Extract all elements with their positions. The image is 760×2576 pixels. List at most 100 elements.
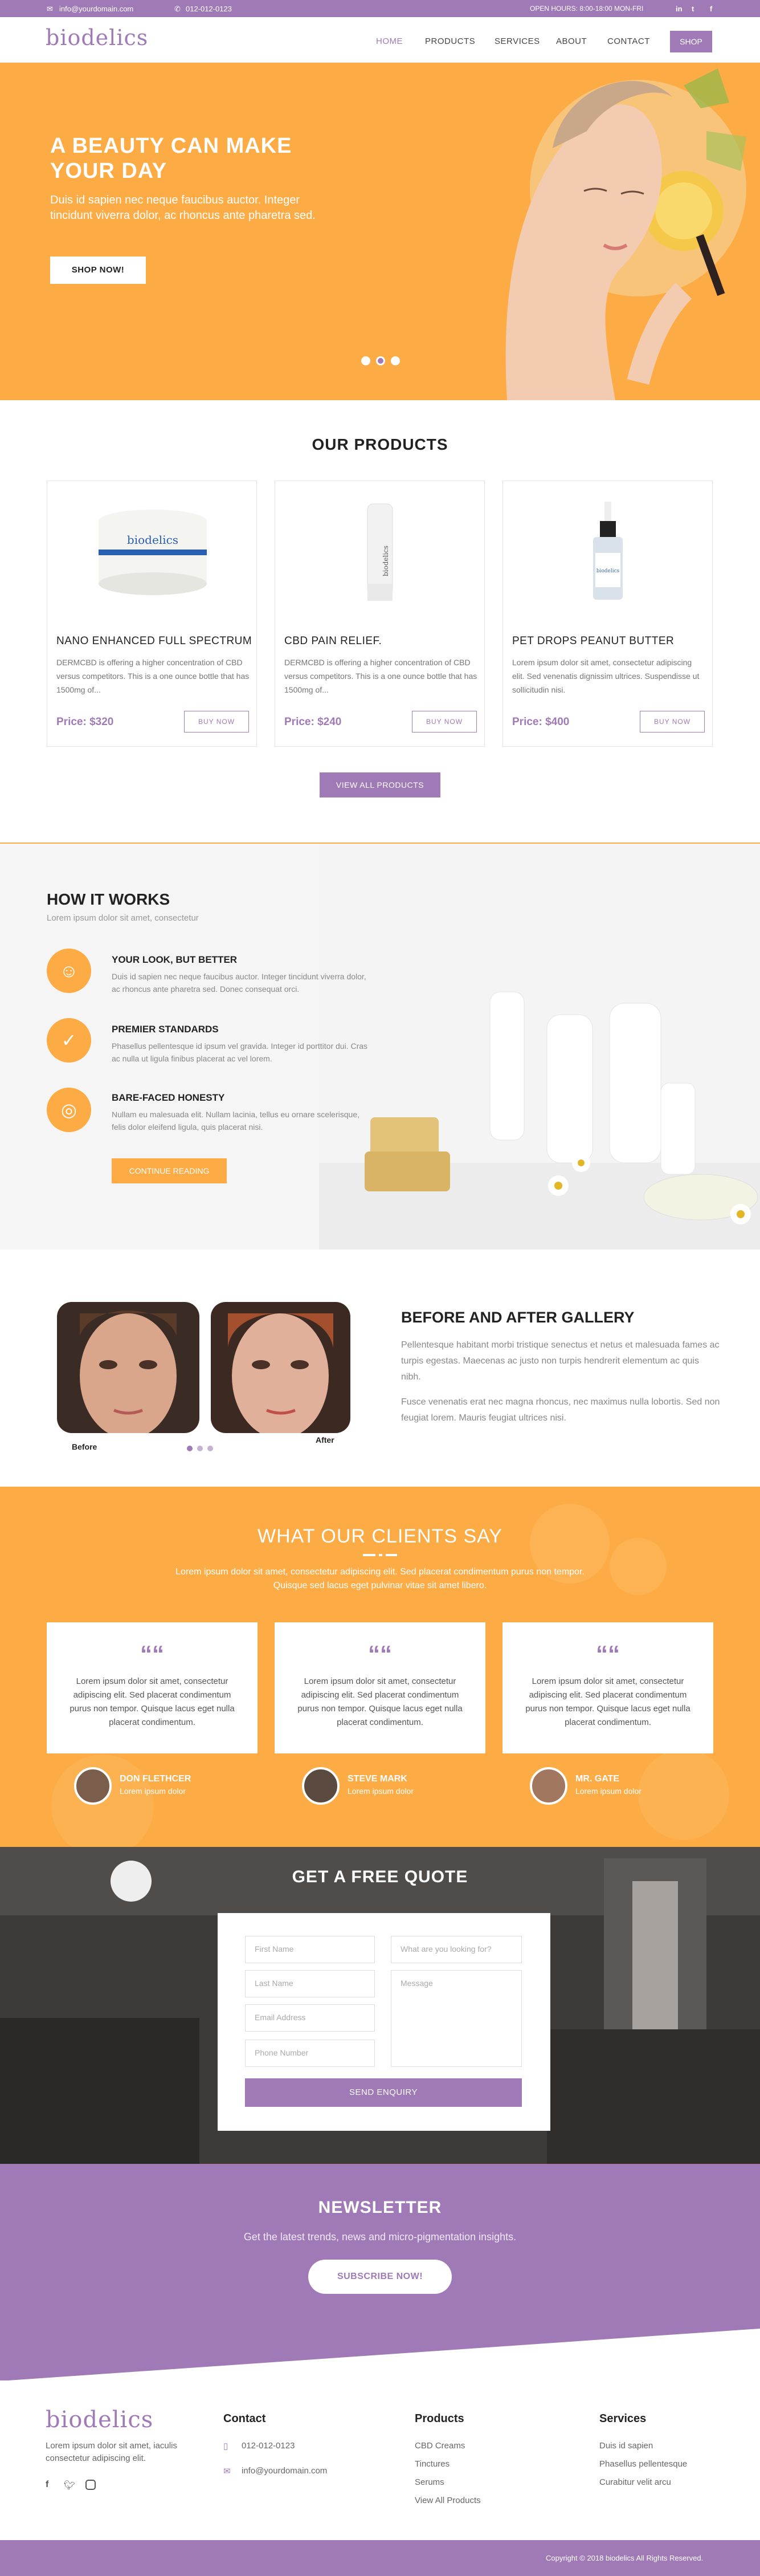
testimonial-text: Lorem ipsum dolor sit amet, consectetur … <box>297 1676 463 1727</box>
gallery-paragraph-1: Pellentesque habitant morbi tristique se… <box>401 1340 720 1382</box>
subscribe-button[interactable]: SUBSCRIBE NOW! <box>308 2260 452 2294</box>
gallery-paragraph-2: Fusce venenatis erat nec magna rhoncus, … <box>401 1397 720 1423</box>
nav-products[interactable]: PRODUCTS <box>425 36 475 46</box>
shop-button[interactable]: SHOP <box>670 31 712 52</box>
product-description: DERMCBD is offering a higher concentrati… <box>284 658 477 694</box>
testimonial-text: Lorem ipsum dolor sit amet, consectetur … <box>525 1676 690 1727</box>
top-bar: ✉ info@yourdomain.com ✆ 012-012-0123 OPE… <box>0 0 760 17</box>
product-card[interactable]: biodelics CBD PAIN RELIEF. DERMCBD is of… <box>275 481 485 747</box>
phone-field[interactable]: Phone Number <box>245 2040 375 2067</box>
testimonial-card: ““ Lorem ipsum dolor sit amet, consectet… <box>47 1622 258 1753</box>
nav-services[interactable]: SERVICES <box>495 36 540 46</box>
looking-for-field[interactable]: What are you looking for? <box>391 1936 522 1963</box>
footer-products-title: Products <box>415 2412 464 2425</box>
linkedin-icon[interactable]: in <box>676 5 683 13</box>
footer-phone[interactable]: 012-012-0123 <box>242 2441 295 2451</box>
feature-text: Phasellus pellentesque id ipsum vel grav… <box>112 1041 368 1063</box>
avatar <box>302 1767 340 1805</box>
footer-logo[interactable]: biodelics <box>46 2407 153 2433</box>
twitter-icon[interactable]: 🐦︎ <box>64 2480 75 2491</box>
copyright-text: Copyright © 2018 biodelics All Rights Re… <box>546 2554 704 2562</box>
footer-service-link[interactable]: Phasellus pellentesque <box>599 2459 687 2469</box>
product-card[interactable]: biodelics NANO ENHANCED FULL SPECTRUM DE… <box>47 481 257 747</box>
footer-services-title: Services <box>599 2412 647 2425</box>
product-price: Price: $400 <box>512 716 570 728</box>
footer-product-link[interactable]: Tinctures <box>415 2459 450 2469</box>
instagram-icon[interactable] <box>85 2480 96 2490</box>
gallery-dots <box>187 1446 221 1452</box>
gallery-dot[interactable] <box>207 1446 213 1451</box>
avatar <box>530 1767 567 1805</box>
first-name-field[interactable]: First Name <box>245 1936 375 1963</box>
topbar-phone[interactable]: 012-012-0123 <box>186 5 232 13</box>
footer-service-link[interactable]: Curabitur velit arcu <box>599 2477 671 2487</box>
buy-now-button[interactable]: BUY NOW <box>640 711 705 732</box>
newsletter-wave <box>0 2329 760 2381</box>
product-card[interactable]: biodelics PET DROPS PEANUT BUTTER Lorem … <box>502 481 713 747</box>
view-all-products-button[interactable]: VIEW ALL PRODUCTS <box>320 772 440 797</box>
testimonial-card: ““ Lorem ipsum dolor sit amet, consectet… <box>502 1622 713 1753</box>
avatar <box>74 1767 112 1805</box>
facebook-icon[interactable]: f <box>46 2480 48 2490</box>
feature-title: PREMIER STANDARDS <box>112 1024 219 1035</box>
how-title: HOW IT WORKS <box>47 890 170 908</box>
testimonial-text: Lorem ipsum dolor sit amet, consectetur … <box>70 1676 235 1727</box>
feature-text: Duis id sapien nec neque faucibus auctor… <box>112 972 366 994</box>
nav-home[interactable]: HOME <box>376 36 403 46</box>
slider-dot[interactable] <box>376 356 385 365</box>
product-name[interactable]: CBD PAIN RELIEF. <box>284 635 382 648</box>
svg-text:biodelics: biodelics <box>382 546 390 576</box>
mobile-icon: ▯ <box>223 2441 228 2451</box>
last-name-field[interactable]: Last Name <box>245 1970 375 1997</box>
hero-text: Duis id sapien nec neque faucibus auctor… <box>50 194 316 222</box>
product-price: Price: $320 <box>56 716 114 728</box>
email-field[interactable]: Email Address <box>245 2004 375 2032</box>
before-label: Before <box>72 1442 97 1451</box>
footer-email[interactable]: info@yourdomain.com <box>242 2466 327 2476</box>
envelope-icon: ✉ <box>223 2467 231 2476</box>
nav-about[interactable]: ABOUT <box>556 36 587 46</box>
hero-model-image <box>467 63 760 400</box>
feature-title: YOUR LOOK, BUT BETTER <box>112 954 238 965</box>
topbar-email[interactable]: info@yourdomain.com <box>59 5 133 13</box>
spa-products-image <box>319 844 760 1250</box>
product-name[interactable]: PET DROPS PEANUT BUTTER <box>512 635 674 648</box>
send-enquiry-button[interactable]: SEND ENQUIRY <box>245 2078 522 2107</box>
facebook-icon[interactable]: f <box>710 5 712 13</box>
svg-text:biodelics: biodelics <box>596 568 620 574</box>
buy-now-button[interactable]: BUY NOW <box>184 711 249 732</box>
quote-form: First Name Last Name Email Address Phone… <box>218 1913 550 2131</box>
feature-text: Nullam eu malesuada elit. Nullam lacinia… <box>112 1110 359 1132</box>
footer-product-link[interactable]: Serums <box>415 2477 444 2487</box>
twitter-icon[interactable]: t <box>692 5 694 13</box>
product-image-jar: biodelics <box>99 510 207 595</box>
footer-product-link[interactable]: CBD Creams <box>415 2441 465 2451</box>
face-icon: ☺ <box>47 949 91 993</box>
logo[interactable]: biodelics <box>46 25 148 50</box>
phone-icon: ✆ <box>174 5 181 13</box>
gallery-dot[interactable] <box>187 1446 193 1451</box>
feature-title: BARE-FACED HONESTY <box>112 1092 225 1103</box>
slider-dot[interactable] <box>391 356 400 365</box>
footer-about: Lorem ipsum dolor sit amet, iaculis cons… <box>46 2441 177 2463</box>
buy-now-button[interactable]: BUY NOW <box>412 711 477 732</box>
slider-dots <box>361 356 407 368</box>
nav-contact[interactable]: CONTACT <box>607 36 650 46</box>
footer-service-link[interactable]: Duis id sapien <box>599 2441 653 2451</box>
shop-now-button[interactable]: SHOP NOW! <box>50 257 146 284</box>
quote-icon: ““ <box>368 1641 392 1667</box>
client-name: DON FLETHCER <box>120 1774 191 1784</box>
hero-slider: A BEAUTY CAN MAKE YOUR DAY Duis id sapien… <box>0 63 760 400</box>
how-it-works-section: HOW IT WORKS Lorem ipsum dolor sit amet,… <box>0 843 760 1250</box>
message-field[interactable]: Message <box>391 1970 522 2067</box>
footer-product-link[interactable]: View All Products <box>415 2496 481 2505</box>
client-name: MR. GATE <box>575 1774 620 1784</box>
product-image-tube: biodelics <box>367 503 393 601</box>
gallery-dot[interactable] <box>197 1446 203 1451</box>
product-name[interactable]: NANO ENHANCED FULL SPECTRUM <box>56 635 252 648</box>
slider-dot[interactable] <box>361 356 370 365</box>
testimonials-subtitle: Lorem ipsum dolor sit amet, consectetur … <box>175 1567 585 1590</box>
newsletter-text: Get the latest trends, news and micro-pi… <box>243 2231 517 2243</box>
continue-reading-button[interactable]: CONTINUE READING <box>112 1158 227 1183</box>
mail-icon: ✉ <box>47 5 53 13</box>
